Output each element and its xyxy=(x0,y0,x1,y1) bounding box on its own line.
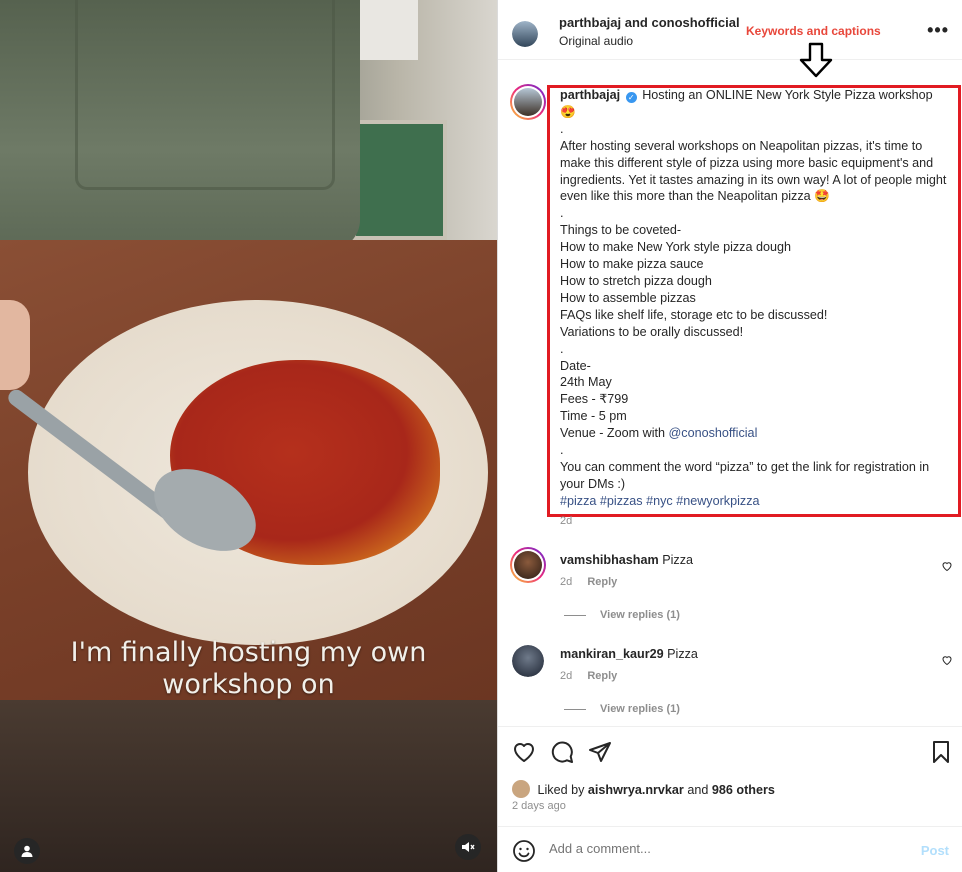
caption-line: . xyxy=(560,443,564,458)
caption-line: Date- xyxy=(560,358,591,373)
comment-heart-icon[interactable] xyxy=(941,560,953,572)
muted-speaker-icon[interactable] xyxy=(455,834,481,860)
mention-link[interactable]: @conoshofficial xyxy=(669,426,758,440)
reply-button[interactable]: Reply xyxy=(587,670,617,682)
video-background-cabinet xyxy=(352,120,447,240)
liked-by-others-link[interactable]: 986 others xyxy=(712,783,775,797)
action-bar: Liked by aishwrya.nrvkar and 986 others … xyxy=(498,726,962,826)
reel-video[interactable]: I'm finally hosting my own workshop on xyxy=(0,0,497,872)
caption-line: How to assemble pizzas xyxy=(560,290,696,305)
add-comment-input[interactable] xyxy=(549,841,889,856)
video-apron xyxy=(0,0,360,250)
comment-time[interactable]: 2d xyxy=(560,576,572,588)
video-caption-line-1: I'm finally hosting my own xyxy=(70,637,427,668)
post-details-pane: parthbajaj and conoshofficial Original a… xyxy=(497,0,962,872)
video-caption-line-2: workshop on xyxy=(162,669,335,700)
view-replies-button[interactable]: View replies (1) xyxy=(564,703,680,715)
view-replies-label: View replies (1) xyxy=(600,703,680,715)
header-audio-link[interactable]: Original audio xyxy=(559,34,633,48)
comment-text: mankiran_kaur29 Pizza xyxy=(560,647,698,661)
caption-line: Venue - Zoom with xyxy=(560,426,665,441)
caption-line: FAQs like shelf life, storage etc to be … xyxy=(560,307,828,322)
caption-line: . xyxy=(560,341,564,356)
caption-line: 😍 xyxy=(560,104,576,119)
post-age[interactable]: 2 days ago xyxy=(512,800,566,812)
post-header: parthbajaj and conoshofficial Original a… xyxy=(498,0,962,78)
comment-icon[interactable] xyxy=(550,740,574,764)
caption-line: Hosting an ONLINE New York Style Pizza w… xyxy=(642,88,933,102)
caption-line: 24th May xyxy=(560,375,612,390)
caption-line: Fees - ₹799 xyxy=(560,392,629,407)
comment-body: Pizza xyxy=(662,553,693,567)
caption-line: How to make New York style pizza dough xyxy=(560,240,792,255)
comment-text: vamshibhasham Pizza xyxy=(560,553,693,567)
view-replies-button[interactable]: View replies (1) xyxy=(564,609,680,621)
video-hand xyxy=(0,300,30,390)
video-background-box xyxy=(358,0,418,60)
annotation-label: Keywords and captions xyxy=(746,24,881,38)
post-caption: parthbajaj ✓ Hosting an ONLINE New York … xyxy=(560,87,955,510)
caption-line: How to make pizza sauce xyxy=(560,257,704,272)
video-caption: I'm finally hosting my own workshop on xyxy=(0,637,497,701)
comment-time[interactable]: 2d xyxy=(560,670,572,682)
caption-line: Things to be coveted- xyxy=(560,223,682,238)
liker-avatar[interactable] xyxy=(512,780,530,798)
header-avatar[interactable] xyxy=(512,21,538,47)
commenter-avatar[interactable] xyxy=(512,645,544,677)
heart-icon[interactable] xyxy=(512,740,536,764)
hashtags-link[interactable]: #pizza #pizzas #nyc #newyorkpizza xyxy=(560,493,955,510)
caption-username[interactable]: parthbajaj xyxy=(560,88,620,102)
caption-line: You can comment the word “pizza” to get … xyxy=(560,459,930,491)
caption-line: Time - 5 pm xyxy=(560,409,627,424)
verified-badge-icon: ✓ xyxy=(625,92,637,103)
likes-summary: Liked by aishwrya.nrvkar and 986 others xyxy=(512,780,775,798)
caption-timestamp[interactable]: 2d xyxy=(560,515,572,527)
caption-line: . xyxy=(560,121,564,136)
add-comment-bar: Post xyxy=(498,826,962,872)
post-comment-button[interactable]: Post xyxy=(921,843,949,858)
emoji-icon[interactable] xyxy=(512,839,536,863)
caption-line: Variations to be orally discussed! xyxy=(560,324,744,339)
comment-body: Pizza xyxy=(667,647,698,661)
caption-line: After hosting several workshops on Neapo… xyxy=(560,138,947,204)
comment-username[interactable]: mankiran_kaur29 xyxy=(560,647,664,661)
comment-heart-icon[interactable] xyxy=(941,654,953,666)
bookmark-icon[interactable] xyxy=(929,740,953,764)
liked-by-prefix: Liked by xyxy=(537,783,585,797)
comment-meta: 2d Reply xyxy=(560,670,629,682)
more-options-icon[interactable]: ••• xyxy=(927,20,949,41)
down-arrow-icon xyxy=(799,42,833,78)
comment-username[interactable]: vamshibhasham xyxy=(560,553,659,567)
view-replies-label: View replies (1) xyxy=(600,609,680,621)
comment-meta: 2d Reply xyxy=(560,576,629,588)
caption-line: How to stretch pizza dough xyxy=(560,273,712,288)
share-icon[interactable] xyxy=(588,740,612,764)
reply-button[interactable]: Reply xyxy=(587,576,617,588)
commenter-avatar[interactable] xyxy=(510,547,546,583)
header-account-names[interactable]: parthbajaj and conoshofficial xyxy=(559,15,740,30)
post-author-avatar[interactable] xyxy=(510,84,546,120)
liked-by-and: and xyxy=(687,783,709,797)
caption-line: . xyxy=(560,206,564,221)
video-wood-table xyxy=(0,700,497,872)
liked-by-user-link[interactable]: aishwrya.nrvkar xyxy=(588,783,684,797)
user-icon[interactable] xyxy=(14,838,40,864)
